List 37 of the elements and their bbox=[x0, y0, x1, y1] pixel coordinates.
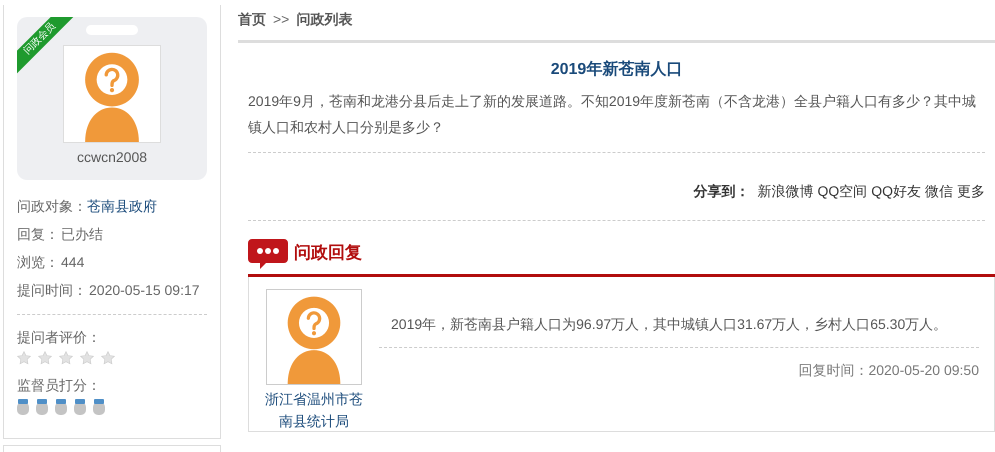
share-link[interactable]: 更多 bbox=[957, 181, 985, 202]
star-icon bbox=[80, 351, 94, 365]
question-title: 2019年新苍南人口 bbox=[550, 59, 684, 80]
share-link[interactable]: 新浪微博 bbox=[757, 181, 814, 202]
star-icon bbox=[17, 351, 31, 365]
reply-time: 回复时间：2020-05-20 09:50 bbox=[798, 361, 979, 380]
medal-icon bbox=[55, 399, 67, 415]
info-value: 2020-05-15 09:17 bbox=[89, 280, 200, 300]
author-name: 浙江省温州市苍南县统计局 bbox=[264, 390, 364, 431]
star-icon bbox=[59, 351, 73, 365]
medal-icon bbox=[36, 399, 48, 415]
user-name: ccwcn2008 bbox=[76, 148, 148, 167]
rating-label: 监督员打分： bbox=[17, 376, 102, 395]
reply-text: 2019年，新苍南县户籍人口为96.97万人，其中城镇人口31.67万人，乡村人口65.30万人。 bbox=[390, 315, 948, 334]
medal-icon bbox=[74, 399, 86, 415]
breadcrumb-link[interactable]: 问政列表 bbox=[296, 9, 352, 30]
breadcrumb-separator: >> bbox=[273, 10, 290, 29]
info-label: 问政对象： bbox=[17, 196, 87, 216]
breadcrumb-link[interactable]: 首页 bbox=[238, 9, 266, 30]
share-link[interactable]: 微信 bbox=[925, 181, 953, 202]
info-label: 回复： bbox=[17, 224, 59, 244]
info-label: 浏览： bbox=[17, 252, 59, 272]
speech-bubble-icon bbox=[248, 239, 288, 271]
info-link[interactable]: 苍南县政府 bbox=[87, 196, 157, 216]
star-icon bbox=[101, 351, 115, 365]
share-link[interactable]: QQ空间 bbox=[817, 181, 868, 202]
rating-label: 提问者评价： bbox=[17, 328, 102, 347]
share-link[interactable]: QQ好友 bbox=[871, 181, 921, 202]
share-label: 分享到： bbox=[693, 182, 750, 201]
star-icon bbox=[38, 351, 52, 365]
question-text: 2019年9月，苍南和龙港分县后走上了新的发展道路。不知2019年度新苍南（不含龙港）全县户籍人口有多少？其中城镇人口和农村人口分别是多少？ bbox=[247, 92, 978, 137]
medal-icon bbox=[17, 399, 29, 415]
medal-icon bbox=[93, 399, 105, 415]
info-value: 已办结 bbox=[61, 224, 103, 244]
info-label: 提问时间： bbox=[17, 280, 87, 300]
info-value: 444 bbox=[61, 252, 84, 272]
section-title: 问政回复 bbox=[294, 242, 362, 264]
